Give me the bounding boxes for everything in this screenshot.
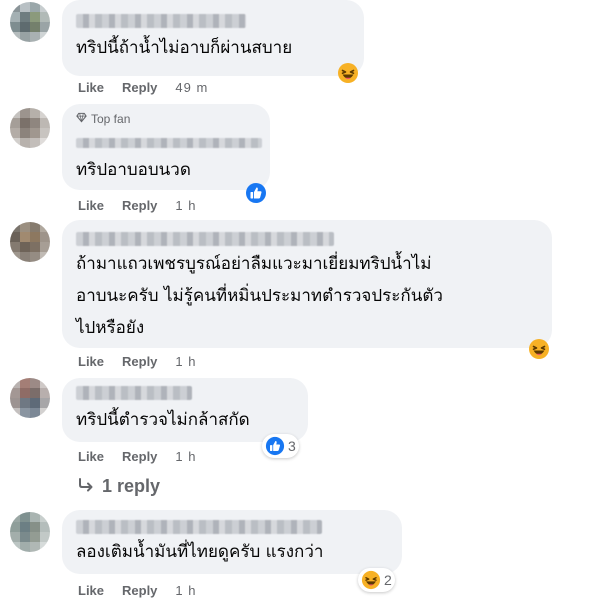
like-action[interactable]: Like	[78, 449, 104, 464]
timestamp[interactable]: 1 h	[175, 354, 196, 369]
comment-bubble: Top fan ทริปอาบอบนวด	[62, 104, 270, 190]
comment-meta: Like Reply 1 h	[78, 354, 197, 369]
like-icon	[265, 436, 285, 456]
timestamp[interactable]: 49 m	[175, 80, 208, 95]
comment-text: ลองเติมน้ำมันที่ไทยดูครับ แรงกว่า	[76, 542, 324, 562]
reply-action[interactable]: Reply	[122, 80, 157, 95]
reaction-count: 3	[288, 438, 296, 454]
reaction-badge[interactable]	[245, 182, 267, 204]
comment-text: ถ้ามาแถวเพชรบูรณ์อย่าลืมแวะมาเยี่ยมทริปน…	[76, 254, 443, 338]
reply-action[interactable]: Reply	[122, 449, 157, 464]
comment-text: ทริปอาบอบนวด	[76, 160, 191, 180]
comment-bubble: ลองเติมน้ำมันที่ไทยดูครับ แรงกว่า	[62, 510, 402, 574]
comment-bubble: ทริปนี้ถ้าน้ำไม่อาบก็ผ่านสบาย	[62, 0, 364, 76]
top-fan-label: Top fan	[91, 112, 131, 126]
like-action[interactable]: Like	[78, 198, 104, 213]
avatar[interactable]	[10, 512, 50, 552]
haha-icon	[361, 570, 381, 590]
timestamp[interactable]: 1 h	[175, 583, 196, 598]
comment-text: ทริปนี้ตำรวจไม่กล้าสกัด	[76, 410, 250, 430]
reaction-badge[interactable]: 2	[358, 568, 395, 592]
comment-meta: Like Reply 49 m	[78, 80, 208, 95]
view-replies-link[interactable]: 1 reply	[78, 476, 160, 497]
comment-bubble: ถ้ามาแถวเพชรบูรณ์อย่าลืมแวะมาเยี่ยมทริปน…	[62, 220, 552, 348]
reply-arrow-icon	[78, 476, 94, 497]
reply-action[interactable]: Reply	[122, 354, 157, 369]
author-name[interactable]	[76, 138, 262, 148]
comment-meta: Like Reply 1 h	[78, 449, 197, 464]
avatar[interactable]	[10, 108, 50, 148]
reaction-count: 2	[384, 572, 392, 588]
comment-text: ทริปนี้ถ้าน้ำไม่อาบก็ผ่านสบาย	[76, 38, 293, 58]
reply-action[interactable]: Reply	[122, 583, 157, 598]
author-name[interactable]	[76, 14, 246, 28]
reaction-badge[interactable]: 3	[262, 434, 299, 458]
reaction-badge[interactable]	[337, 62, 359, 84]
diamond-icon	[76, 112, 87, 126]
like-action[interactable]: Like	[78, 354, 104, 369]
timestamp[interactable]: 1 h	[175, 198, 196, 213]
reaction-badge[interactable]	[528, 338, 550, 360]
top-fan-badge: Top fan	[76, 112, 130, 126]
reply-action[interactable]: Reply	[122, 198, 157, 213]
haha-icon	[528, 338, 550, 360]
timestamp[interactable]: 1 h	[175, 449, 196, 464]
comment-meta: Like Reply 1 h	[78, 198, 197, 213]
like-action[interactable]: Like	[78, 583, 104, 598]
author-name[interactable]	[76, 232, 334, 246]
comment-meta: Like Reply 1 h	[78, 583, 197, 598]
avatar[interactable]	[10, 378, 50, 418]
author-name[interactable]	[76, 520, 322, 534]
replies-label[interactable]: 1 reply	[102, 476, 160, 497]
avatar[interactable]	[10, 2, 50, 42]
comment-bubble: ทริปนี้ตำรวจไม่กล้าสกัด	[62, 378, 308, 442]
avatar[interactable]	[10, 222, 50, 262]
haha-icon	[337, 62, 359, 84]
like-icon	[245, 182, 267, 204]
author-name[interactable]	[76, 386, 192, 400]
like-action[interactable]: Like	[78, 80, 104, 95]
